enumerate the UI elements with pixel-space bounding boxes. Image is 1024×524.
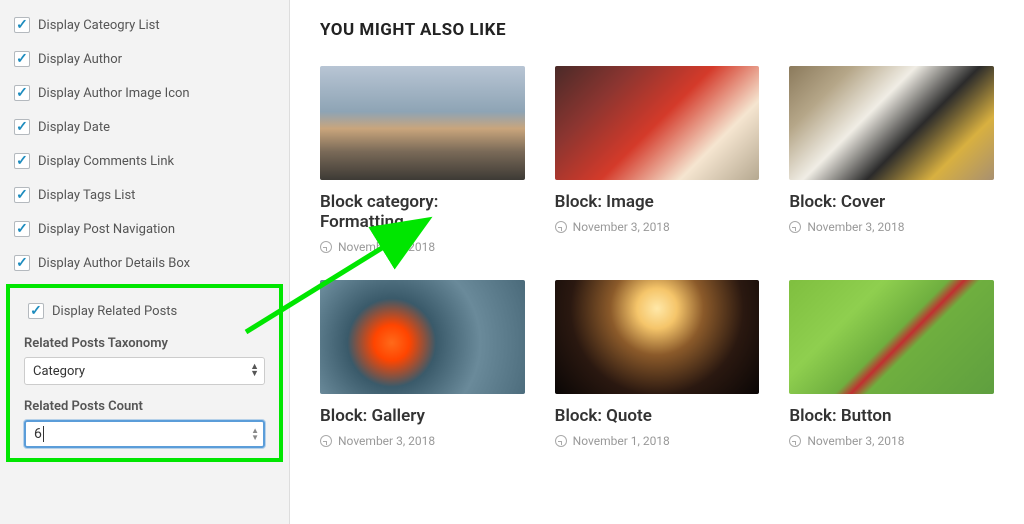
checkbox-label: Display Author Details Box bbox=[38, 256, 190, 271]
checkbox-icon[interactable] bbox=[14, 85, 30, 101]
related-posts-settings-highlight: Display Related Posts Related Posts Taxo… bbox=[6, 284, 283, 462]
related-post-card[interactable]: Block: Quote November 1, 2018 bbox=[555, 280, 760, 448]
checkbox-icon[interactable] bbox=[14, 51, 30, 67]
checkbox-icon[interactable] bbox=[14, 187, 30, 203]
checkbox-label: Display Post Navigation bbox=[38, 222, 175, 237]
post-date: November 3, 2018 bbox=[807, 220, 904, 234]
post-thumbnail bbox=[320, 66, 525, 180]
related-posts-taxonomy-label: Related Posts Taxonomy bbox=[14, 328, 275, 357]
post-title: Block: Cover bbox=[789, 192, 994, 212]
checkbox-label: Display Related Posts bbox=[52, 304, 177, 319]
checkbox-icon[interactable] bbox=[14, 221, 30, 237]
clock-icon bbox=[789, 221, 801, 233]
related-post-card[interactable]: Block: Image November 3, 2018 bbox=[555, 66, 760, 254]
post-date: November 3, 2018 bbox=[807, 434, 904, 448]
option-display-tags-list[interactable]: Display Tags List bbox=[0, 178, 289, 212]
related-posts-count-input[interactable]: 6 ▲▼ bbox=[24, 420, 265, 448]
post-date: November 1, 2018 bbox=[573, 434, 670, 448]
checkbox-label: Display Date bbox=[38, 120, 110, 135]
option-display-comments-link[interactable]: Display Comments Link bbox=[0, 144, 289, 178]
post-meta: November 3, 2018 bbox=[320, 434, 525, 448]
related-posts-taxonomy-select[interactable]: Category ▲▼ bbox=[24, 357, 265, 385]
number-input-value: 6 bbox=[24, 420, 265, 448]
clock-icon bbox=[555, 221, 567, 233]
post-meta: November 3, 2018 bbox=[555, 220, 760, 234]
related-post-card[interactable]: Block: Cover November 3, 2018 bbox=[789, 66, 994, 254]
post-thumbnail bbox=[555, 66, 760, 180]
preview-pane: YOU MIGHT ALSO LIKE Block category: Form… bbox=[290, 0, 1024, 524]
checkbox-icon[interactable] bbox=[28, 303, 44, 319]
related-post-card[interactable]: Block: Gallery November 3, 2018 bbox=[320, 280, 525, 448]
clock-icon bbox=[320, 241, 332, 253]
post-date: November 1, 2018 bbox=[338, 240, 435, 254]
related-post-card[interactable]: Block: Button November 3, 2018 bbox=[789, 280, 994, 448]
post-title: Block: Image bbox=[555, 192, 760, 212]
post-title: Block category: Formatting bbox=[320, 192, 525, 232]
post-thumbnail bbox=[555, 280, 760, 394]
checkbox-label: Display Comments Link bbox=[38, 154, 174, 169]
post-meta: November 1, 2018 bbox=[320, 240, 525, 254]
checkbox-label: Display Cateogry List bbox=[38, 18, 160, 33]
post-title: Block: Gallery bbox=[320, 406, 525, 426]
clock-icon bbox=[555, 435, 567, 447]
clock-icon bbox=[320, 435, 332, 447]
checkbox-label: Display Tags List bbox=[38, 188, 135, 203]
checkbox-icon[interactable] bbox=[14, 119, 30, 135]
post-title: Block: Button bbox=[789, 406, 994, 426]
post-title: Block: Quote bbox=[555, 406, 760, 426]
customizer-sidebar: Display Cateogry List Display Author Dis… bbox=[0, 0, 290, 524]
checkbox-icon[interactable] bbox=[14, 17, 30, 33]
related-posts-count-label: Related Posts Count bbox=[14, 391, 275, 420]
option-display-author-image-icon[interactable]: Display Author Image Icon bbox=[0, 76, 289, 110]
option-display-post-navigation[interactable]: Display Post Navigation bbox=[0, 212, 289, 246]
select-value: Category bbox=[24, 357, 265, 385]
post-meta: November 3, 2018 bbox=[789, 434, 994, 448]
checkbox-label: Display Author Image Icon bbox=[38, 86, 190, 101]
checkbox-label: Display Author bbox=[38, 52, 122, 67]
option-display-date[interactable]: Display Date bbox=[0, 110, 289, 144]
checkbox-icon[interactable] bbox=[14, 255, 30, 271]
option-display-author-details-box[interactable]: Display Author Details Box bbox=[0, 246, 289, 280]
post-date: November 3, 2018 bbox=[573, 220, 670, 234]
post-date: November 3, 2018 bbox=[338, 434, 435, 448]
option-display-author[interactable]: Display Author bbox=[0, 42, 289, 76]
related-posts-heading: YOU MIGHT ALSO LIKE bbox=[320, 20, 994, 40]
related-post-card[interactable]: Block category: Formatting November 1, 2… bbox=[320, 66, 525, 254]
option-display-category-list[interactable]: Display Cateogry List bbox=[0, 8, 289, 42]
post-thumbnail bbox=[789, 66, 994, 180]
checkbox-icon[interactable] bbox=[14, 153, 30, 169]
post-thumbnail bbox=[320, 280, 525, 394]
option-display-related-posts[interactable]: Display Related Posts bbox=[14, 294, 275, 328]
post-meta: November 1, 2018 bbox=[555, 434, 760, 448]
post-thumbnail bbox=[789, 280, 994, 394]
related-posts-grid: Block category: Formatting November 1, 2… bbox=[320, 66, 994, 448]
clock-icon bbox=[789, 435, 801, 447]
post-meta: November 3, 2018 bbox=[789, 220, 994, 234]
